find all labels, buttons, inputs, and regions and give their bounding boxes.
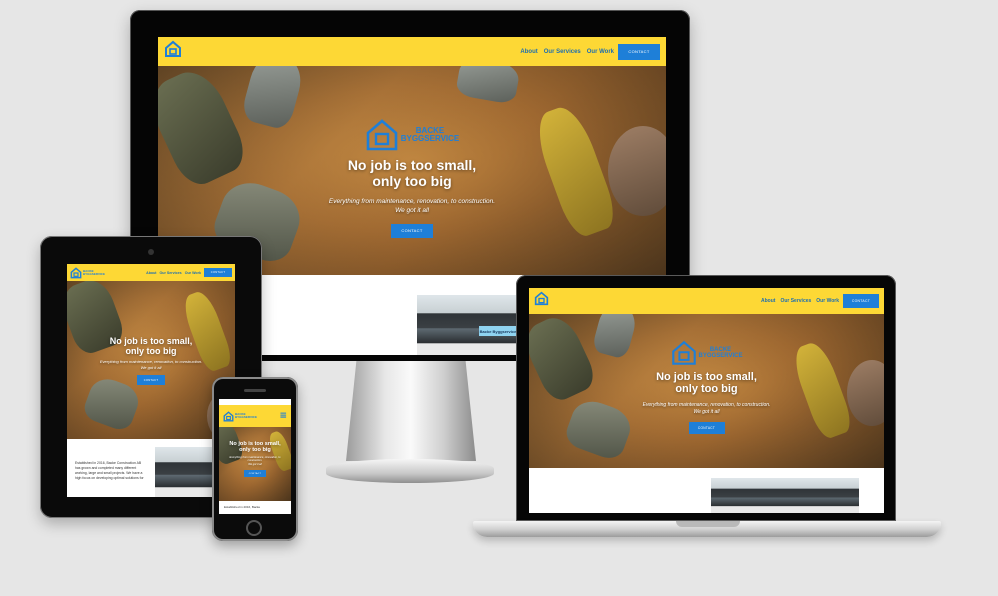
nav-about-link[interactable]: About: [761, 298, 775, 304]
nav-services-link[interactable]: Our Services: [544, 49, 581, 55]
hero-title-line2: only too big: [125, 346, 177, 357]
site-nav: About Our Services Our Work CONTACT: [158, 37, 666, 66]
hero-title-line2: only too big: [675, 383, 738, 396]
hero-subtitle: Everything from maintenance, renovation,…: [100, 359, 202, 370]
tablet-camera: [148, 249, 154, 255]
nav-contact-button[interactable]: CONTACT: [204, 268, 232, 277]
hero-section: No job is too small, only too big Everyt…: [219, 427, 291, 501]
house-icon: [70, 266, 82, 278]
brand-logo[interactable]: BACKE BYGGSERVICE: [70, 266, 105, 279]
brand-logo: BACKE BYGGSERVICE: [365, 118, 460, 152]
hero-content: No job is too small, only too big Everyt…: [219, 441, 291, 478]
monitor-stand-base: [326, 459, 494, 483]
house-icon[interactable]: [534, 291, 549, 311]
house-icon: [223, 410, 234, 421]
hamburger-icon[interactable]: ≡: [279, 411, 287, 421]
phone-speaker: [244, 389, 266, 392]
hero-title-line1: No job is too small,: [109, 336, 193, 346]
laptop-notch: [676, 521, 740, 527]
hero-subtitle-line1: Everything from maintenance, renovation,…: [328, 198, 496, 206]
monitor-stand-neck: [346, 361, 476, 461]
hero-title: No job is too small, only too big: [656, 371, 757, 396]
hero-title: No job is too small, only too big: [110, 336, 193, 356]
hero-subtitle-line2: We got it all: [395, 207, 429, 215]
hero-subtitle-line1: Everything from maintenance, renovation,…: [229, 455, 281, 463]
about-section: [529, 468, 884, 513]
hero-content: No job is too small, only too big Everyt…: [67, 336, 235, 386]
hero-content: BACKE BYGGSERVICE No job is too small, o…: [158, 118, 666, 238]
hero-subtitle-line1: Everything from maintenance, renovation,…: [99, 359, 203, 365]
brand-logo[interactable]: BACKE BYGGSERVICE: [223, 410, 257, 422]
nav-services-link[interactable]: Our Services: [780, 298, 811, 304]
brand-name-line2: BYGGSERVICE: [83, 271, 105, 276]
hero-subtitle: Everything from maintenance, renovation,…: [329, 197, 495, 215]
phone-home-button[interactable]: [246, 520, 262, 536]
hero-contact-button[interactable]: CONTACT: [244, 470, 266, 478]
hero-content: BACKE BYGGSERVICE No job is too small, o…: [529, 340, 884, 434]
project-photo: Backe Byggservice: [417, 295, 517, 355]
about-text: Established in 2016, Backe Construction …: [75, 461, 144, 480]
hero-title-line2: only too big: [239, 447, 271, 454]
about-text: Established in 2016, Backe: [224, 505, 261, 509]
hero-section: BACKE BYGGSERVICE No job is too small, o…: [529, 314, 884, 468]
hero-title-line1: No job is too small,: [347, 157, 477, 173]
hero-title: No job is too small, only too big: [229, 441, 280, 454]
site-nav: BACKE BYGGSERVICE About Our Services Our…: [67, 264, 235, 281]
hero-contact-button[interactable]: CONTACT: [688, 421, 725, 434]
brand-name-line2: BYGGSERVICE: [698, 353, 743, 359]
hero-contact-button[interactable]: CONTACT: [391, 223, 433, 238]
phone-screen: BACKE BYGGSERVICE ≡ No job is too small,…: [219, 399, 291, 514]
project-photo: [711, 478, 859, 513]
house-icon: [671, 340, 696, 365]
brand-name-line2: BYGGSERVICE: [235, 415, 257, 419]
hero-title-line1: No job is too small,: [656, 371, 757, 383]
hero-title: No job is too small, only too big: [347, 157, 477, 189]
hero-subtitle-line2: We got it all: [693, 408, 720, 415]
nav-work-link[interactable]: Our Work: [587, 49, 614, 55]
hero-subtitle: Everything from maintenance, renovation,…: [643, 402, 771, 416]
hero-subtitle: Everything from maintenance, renovation,…: [226, 456, 284, 467]
hero-contact-button[interactable]: CONTACT: [137, 375, 165, 386]
hero-title-line2: only too big: [372, 172, 452, 189]
nav-contact-button[interactable]: CONTACT: [843, 294, 879, 308]
tool-image: [454, 66, 522, 105]
tablet-screen: BACKE BYGGSERVICE About Our Services Our…: [67, 264, 235, 497]
nav-work-link[interactable]: Our Work: [816, 298, 839, 304]
brand-name-line2: BYGGSERVICE: [400, 134, 460, 143]
house-icon: [366, 119, 398, 151]
hero-subtitle-line2: We got it all: [248, 462, 262, 466]
site-nav: BACKE BYGGSERVICE ≡: [219, 405, 291, 427]
about-section: Established in 2016, Backe: [219, 501, 291, 514]
nav-services-link[interactable]: Our Services: [160, 271, 182, 275]
about-section: Established in 2016, Backe Construction …: [67, 439, 235, 497]
nav-contact-button[interactable]: CONTACT: [618, 43, 660, 60]
hero-section: No job is too small, only too big Everyt…: [67, 281, 235, 439]
nav-about-link[interactable]: About: [146, 271, 156, 275]
hero-subtitle-line1: Everything from maintenance, renovation,…: [642, 401, 771, 408]
laptop-screen: About Our Services Our Work CONTACT BACK…: [529, 288, 884, 513]
hero-subtitle-line2: We got it all: [140, 364, 162, 370]
nav-work-link[interactable]: Our Work: [185, 271, 201, 275]
site-nav: About Our Services Our Work CONTACT: [529, 288, 884, 314]
brand-logo: BACKE BYGGSERVICE: [671, 340, 743, 366]
house-icon[interactable]: [164, 40, 182, 63]
nav-about-link[interactable]: About: [520, 49, 537, 55]
project-photo: [155, 447, 215, 497]
photo-sign: Backe Byggservice: [479, 326, 517, 336]
